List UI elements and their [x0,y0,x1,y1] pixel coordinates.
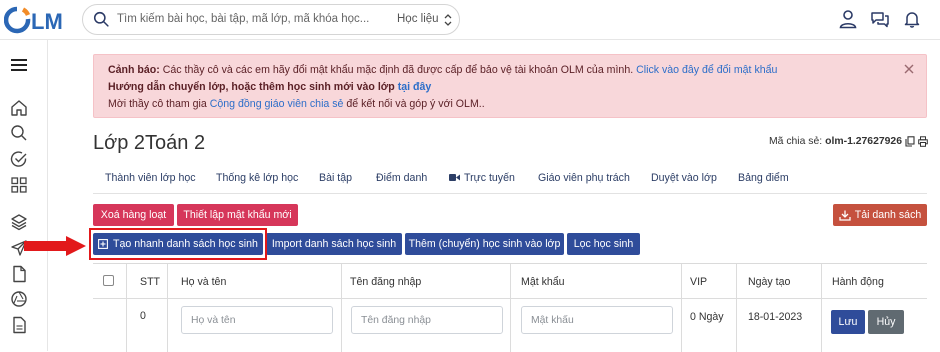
svg-text:LM: LM [31,9,63,34]
page-title: Lớp 2Toán 2 [93,132,206,154]
download-icon [839,210,851,221]
download-list-button[interactable]: Tải danh sách [833,204,927,226]
alert-guide-text: Hướng dẫn chuyển lớp, hoặc thêm học sinh… [108,81,398,93]
red-arrow-icon [24,236,86,256]
share-code-label: Mã chia sẻ: [769,136,823,147]
tab-teachers[interactable]: Giáo viên phụ trách [538,172,630,184]
add-student-button[interactable]: Thêm (chuyển) học sinh vào lớp [405,233,564,255]
search-scope-select[interactable]: Học liệu [397,13,439,25]
menu-icon[interactable] [10,56,28,74]
home-icon[interactable] [10,99,28,117]
search-icon [93,11,109,27]
header-created-date: Ngày tạo [748,276,791,288]
share-code: Mã chia sẻ: olm-1.27627926 [769,136,928,147]
password-input[interactable] [521,306,673,334]
guide-link[interactable]: tại đây [398,81,432,93]
header-username: Tên đăng nhập [350,276,422,288]
students-table: STT Họ và tên Tên đăng nhập Mật khẩu VIP… [93,263,927,352]
chat-icon[interactable] [870,9,890,29]
class-tabs: Thành viên lớp học Thống kê lớp học Bài … [93,164,927,194]
import-students-button[interactable]: Import danh sách học sinh [266,233,402,255]
select-updown-icon [444,14,452,26]
layers-icon[interactable] [10,213,28,231]
header-actions: Hành động [832,276,884,288]
tab-online-label: Trực tuyến [464,172,515,184]
full-name-input[interactable] [181,306,333,334]
cancel-button[interactable]: Hủy [868,310,904,334]
video-camera-icon [449,174,460,181]
tab-online[interactable]: Trực tuyến [449,172,515,184]
set-password-button[interactable]: Thiết lập mật khẩu mới [177,204,298,226]
highlight-box [89,228,267,260]
bell-icon[interactable] [902,9,922,29]
search-input[interactable]: Tìm kiếm bài học, bài tập, mã lớp, mã kh… [117,13,369,25]
tab-class-members[interactable]: Thành viên lớp học [105,172,196,184]
username-input[interactable] [351,306,503,334]
alert-warning-label: Cảnh báo: [108,64,160,76]
save-button[interactable]: Lưu [831,310,865,334]
alert-line-3: Mời thầy cô tham gia Cộng đồng giáo viên… [108,98,485,110]
select-all-checkbox[interactable] [103,275,114,286]
grid-icon[interactable] [10,176,28,194]
print-icon[interactable] [918,136,928,147]
close-icon[interactable] [904,64,914,74]
alert-line-2: Hướng dẫn chuyển lớp, hoặc thêm học sinh… [108,81,431,93]
alert-community-tail: để kết nối và góp ý với OLM.. [343,98,485,110]
copy-icon[interactable] [905,136,915,147]
tab-attendance[interactable]: Điểm danh [376,172,427,184]
download-list-label: Tải danh sách [854,209,922,221]
sidebar [0,40,48,351]
check-circle-icon[interactable] [10,150,28,168]
filter-students-button[interactable]: Lọc học sinh [567,233,640,255]
share-code-value: olm-1.27627926 [825,136,902,147]
header-password: Mật khẩu [521,276,565,288]
header-vip: VIP [690,276,708,288]
change-password-link[interactable]: Click vào đây để đổi mật khẩu [636,64,777,76]
olm-logo[interactable]: LM [4,6,66,34]
tab-gradebook[interactable]: Bảng điểm [738,172,789,184]
password-warning-alert: Cảnh báo: Các thầy cô và các em hãy đổi … [93,54,927,118]
header-stt: STT [140,276,161,288]
row-vip: 0 Ngày [690,311,724,323]
row-created-date: 18-01-2023 [748,311,803,323]
tab-class-statistics[interactable]: Thống kê lớp học [216,172,298,184]
search-bar[interactable]: Tìm kiếm bài học, bài tập, mã lớp, mã kh… [82,4,460,35]
user-icon[interactable] [838,9,858,29]
top-header: LM Tìm kiếm bài học, bài tập, mã lớp, mã… [0,0,940,40]
alert-community-text: Mời thầy cô tham gia [108,98,210,110]
tab-assignments[interactable]: Bài tập [319,172,352,184]
aperture-icon[interactable] [10,290,28,308]
header-full-name: Họ và tên [181,276,227,288]
alert-line-1: Cảnh báo: Các thầy cô và các em hãy đổi … [108,64,777,76]
file-icon[interactable] [10,316,28,334]
logo-mark: LM [4,6,63,34]
document-icon[interactable] [10,265,28,283]
community-link[interactable]: Cộng đồng giáo viên chia sẻ [210,98,344,110]
search-icon[interactable] [10,124,28,142]
alert-warning-text: Các thầy cô và các em hãy đổi mật khẩu m… [159,64,637,76]
bulk-delete-button[interactable]: Xoá hàng loạt [93,204,174,226]
tab-join-requests[interactable]: Duyệt vào lớp [651,172,717,184]
row-stt: 0 [140,310,146,322]
